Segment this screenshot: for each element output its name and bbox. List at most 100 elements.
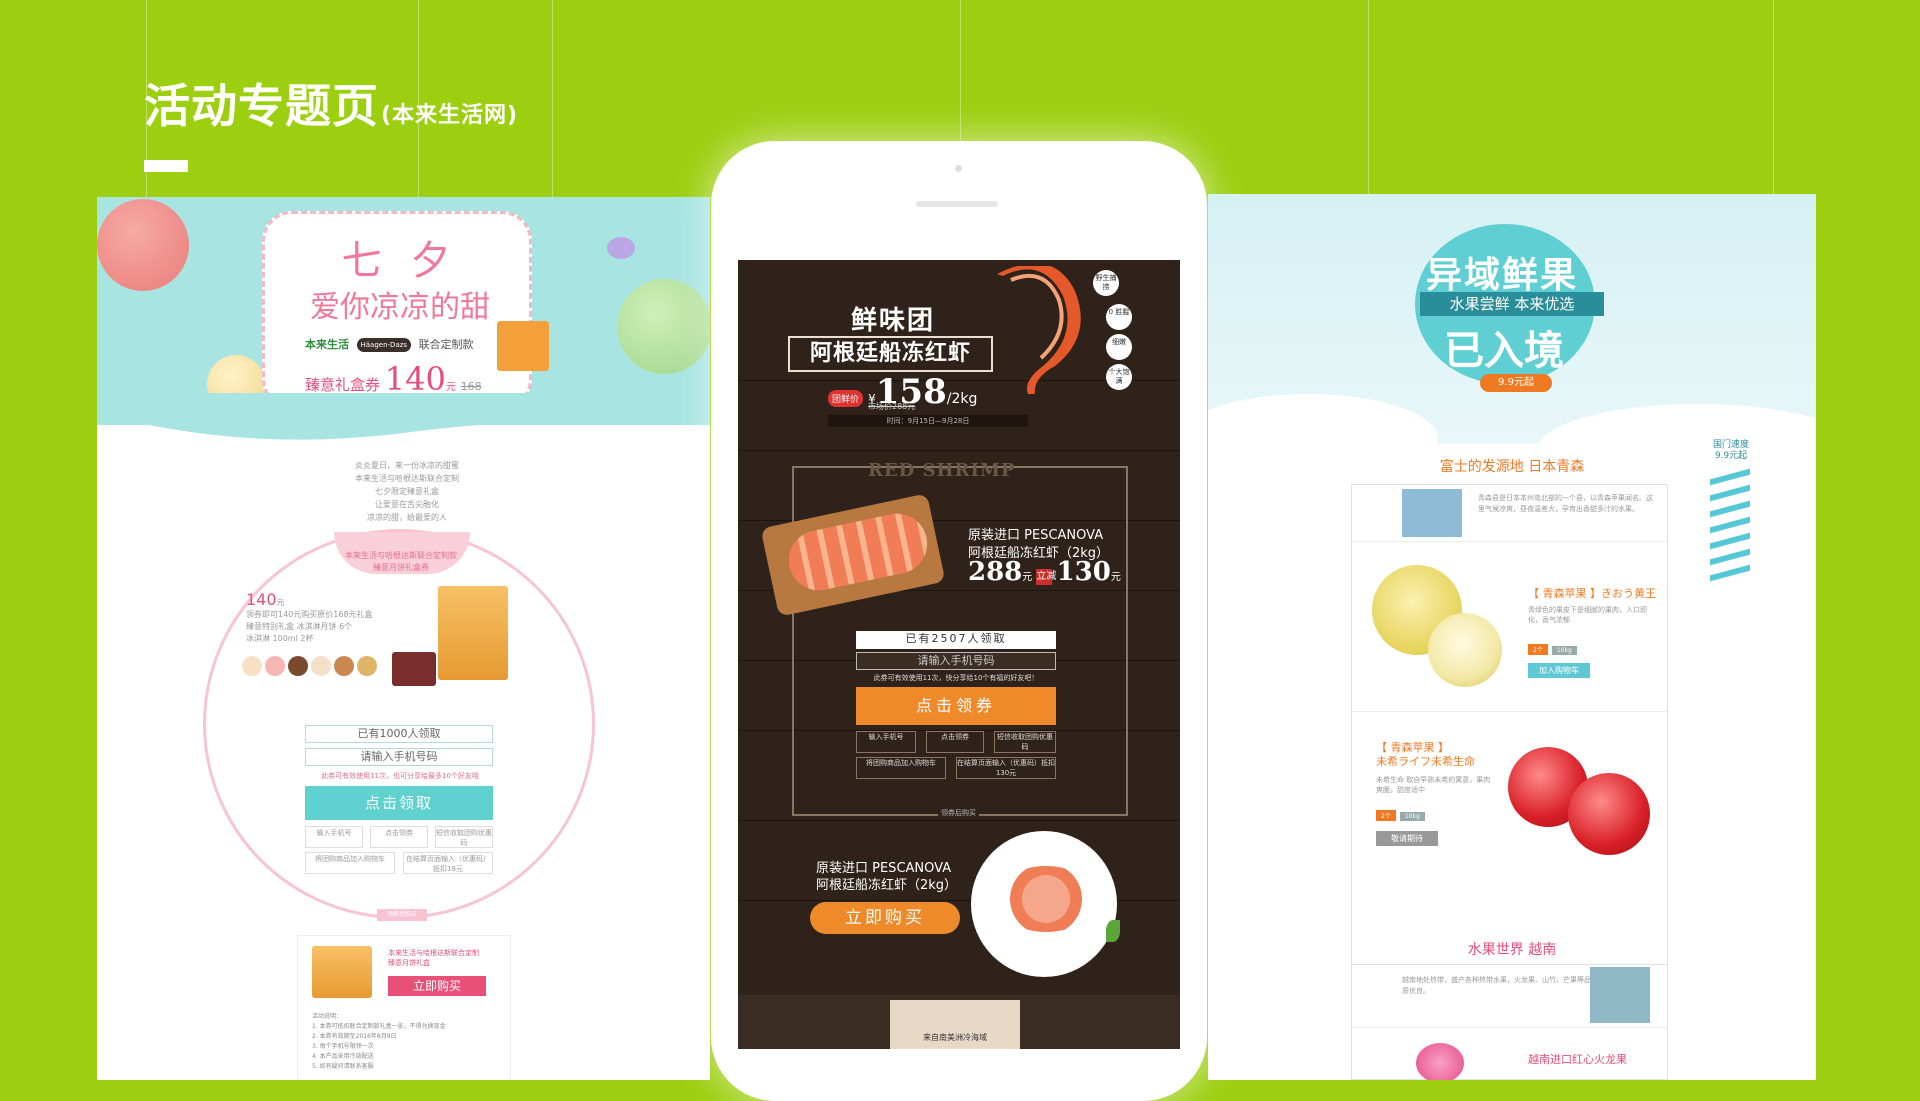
add-to-cart-button[interactable]: 加入购物车 (1528, 663, 1590, 678)
step-item: 短信收取团购优惠码 (435, 826, 493, 848)
buy-product-info: 原装进口 PESCANOVA 阿根廷船冻红虾（2kg） (816, 860, 957, 894)
tanabata-landing-page: 七 夕 爱你凉凉的甜 本来生活 Häagen-Dazs 联合定制款 臻意礼盒券 … (97, 197, 710, 1080)
phone-speaker (916, 201, 998, 207)
hero-title-line1: 异域鲜果 (1426, 255, 1579, 296)
offer-text: 领券即可140元购买原价168元礼盒 臻意特别礼盒 冰淇淋月饼 6个 冰淇淋 1… (246, 610, 373, 643)
plated-shrimp-image (996, 866, 1096, 932)
buy-card: 本来生活与哈根达斯联合定制 臻意月饼礼盒 立即购买 活动说明： 1. 本券可抵扣… (297, 935, 511, 1080)
haagen-dazs-logo: Häagen-Dazs (356, 338, 412, 352)
divider (1352, 711, 1667, 712)
group-buy-banner: 鲜味团 (850, 306, 935, 336)
coupon-form: 已有1000人领取 请输入手机号码 此券可有效使用11次，也可分享给最多10个好… (305, 725, 495, 874)
shrimp-image (997, 266, 1081, 394)
basil-leaf-image (1106, 920, 1120, 942)
price-unit: /2kg (946, 391, 978, 407)
hero-banner: 七 夕 爱你凉凉的甜 本来生活 Häagen-Dazs 联合定制款 臻意礼盒券 … (97, 197, 710, 425)
buy-product-origin: 原装进口 PESCANOVA (816, 861, 952, 876)
flavor-dot (334, 656, 354, 676)
item1-tags: 2个 10kg (1528, 637, 1581, 656)
intro-text: 炎炎夏日，来一份冰凉的甜蜜 本来生活与哈根达斯联合定制 七夕限定臻意礼盒 让爱意… (355, 461, 459, 522)
collab-text: 联合定制款 (418, 338, 474, 351)
divider-line (1368, 0, 1369, 200)
macaron-image (607, 237, 635, 259)
coupon-form: 已有2507人领取 请输入手机号码 此券可有效使用11次，快分享给10个有福的好… (856, 631, 1056, 779)
vietnam-item-title: 越南进口红心火龙果 (1528, 1053, 1627, 1066)
stripe (1710, 484, 1750, 502)
hero-title-line2: 已入境 (1444, 328, 1564, 374)
step-item: 输入手机号 (305, 826, 363, 848)
buy-now-button[interactable]: 立即购买 (388, 976, 486, 996)
bottom-caption: 来自南美洲冷海域 (923, 1033, 987, 1042)
item2-title: 【 青森苹果 】 未希ライフ未希生命 (1376, 741, 1475, 768)
speed-side-tag: 国门速度 9.9元起 (1710, 440, 1750, 590)
gift-box-image (497, 321, 549, 371)
coupon-note: 此券可有效使用11次，也可分享给最多10个好友哦 (321, 772, 479, 780)
rules-text: 活动说明： 1. 本券可抵扣联合定制款礼盒一张，不得兑换现金 2. 本券有效期至… (312, 1013, 446, 1070)
discount-price: 130 (1056, 557, 1111, 587)
hero-title-line1: 七 夕 (341, 238, 459, 284)
circle-heading: 本来生活与哈根达斯联合定制款 臻意月饼礼盒券 (345, 551, 457, 572)
gift-box-image (438, 586, 508, 680)
claim-count: 已有1000人领取 (305, 725, 493, 743)
phone-camera (955, 165, 962, 172)
stripe (1710, 500, 1750, 518)
buy-section-label: 领券后购买 (938, 808, 979, 818)
shrimp-landing-page: 鲜味团 阿根廷船冻红虾 团鲜价 ¥158/2kg 市场价288元 时间：9月15… (738, 260, 1180, 1049)
buy-now-button[interactable]: 立即购买 (810, 902, 960, 934)
step-item: 将团购商品加入购物车 (856, 757, 946, 779)
hero-price-badge: 9.9元起 (1480, 374, 1552, 392)
event-period: 时间：9月15日—9月28日 (828, 415, 1028, 427)
product-title: 阿根廷船冻红虾 (788, 336, 993, 372)
phone-mockup: 鲜味团 阿根廷船冻红虾 团鲜价 ¥158/2kg 市场价288元 时间：9月15… (711, 141, 1207, 1101)
phone-input[interactable]: 请输入手机号码 (305, 748, 493, 766)
flavor-dot (265, 656, 285, 676)
exotic-fruit-landing-page: 异域鲜果 水果尝鲜 本来优选 已入境 9.9元起 富士的发源地 日本青森 青森县… (1208, 194, 1816, 1080)
red-shrimp-watermark: RED SHRIMP (868, 460, 1016, 481)
coming-soon-button[interactable]: 敬请期待 (1376, 831, 1438, 846)
item2-desc: 未希生命 取自早熟未希的寓意，果肉爽脆，甜度适中 (1376, 776, 1491, 794)
wood-plank-line (738, 820, 1180, 821)
market-price: 市场价288元 (868, 402, 916, 411)
item1-desc: 青绿色的果皮下是细腻的果肉，入口即化，香气浓郁 (1528, 606, 1647, 624)
stripe (1710, 468, 1750, 486)
tag: 10kg (1551, 646, 1577, 655)
wood-plank-line (738, 450, 1180, 451)
coupon-original-price: 168 (460, 380, 482, 393)
flavor-dot (357, 656, 377, 676)
step-item: 点击领券 (370, 826, 428, 848)
hero-ribbon: 水果尝鲜 本来优选 (1420, 292, 1604, 316)
step-item: 输入手机号 (856, 731, 916, 753)
divider (1352, 541, 1667, 542)
bottom-card-image: 来自南美洲冷海域 (890, 1000, 1020, 1049)
steps: 输入手机号 点击领券 短信收取团购优惠码 将团购商品加入购物车 在结算页面输入（… (305, 826, 495, 874)
brand-logo: 本来生活 (305, 338, 349, 351)
apple-image (1568, 773, 1650, 855)
vietnam-intro: 越南地处热带，盛产各种热带水果，火龙果、山竹、芒果等品质优良。 (1402, 976, 1591, 995)
page-title-main: 活动专题页 (144, 79, 379, 133)
claim-count: 已有2507人领取 (856, 631, 1056, 649)
price-tag: 团鲜价 (828, 390, 864, 407)
step-item: 点击领券 (926, 731, 984, 753)
claim-coupon-button[interactable]: 点击领券 (856, 687, 1056, 725)
cloud-shape (1538, 404, 1816, 494)
product-origin: 原装进口 PESCANOVA (968, 528, 1104, 543)
dragon-fruit-image (1416, 1043, 1464, 1080)
vietnam-map-image (1590, 967, 1650, 1023)
phone-input[interactable]: 请输入手机号码 (856, 652, 1056, 670)
tag: 10kg (1399, 812, 1425, 821)
step-item: 在结算页面输入（优惠码）抵扣18元 (403, 852, 493, 874)
step-item: 在结算页面输入（优惠码）抵扣130元 (956, 757, 1056, 779)
ice-cream-flavor-row (242, 656, 380, 680)
feature-sticker: 个大饱满 (1106, 364, 1132, 390)
brand-line: 本来生活 Häagen-Dazs 联合定制款 (305, 336, 474, 352)
divider (1352, 1027, 1667, 1028)
claim-button[interactable]: 点击领取 (305, 786, 493, 820)
flavor-dot (242, 656, 262, 676)
side-tag-text: 国门速度 9.9元起 (1712, 440, 1749, 461)
japan-intro: 青森县是日本本州岛北部的一个县，以青森苹果闻名。这里气候凉爽，昼夜温差大，孕育出… (1478, 494, 1653, 513)
step-item: 短信收取团购优惠码 (994, 731, 1056, 753)
divider-line (1773, 0, 1774, 200)
buy-product-name: 阿根廷船冻红虾（2kg） (816, 878, 958, 893)
hero-title-line2: 爱你凉凉的甜 (310, 290, 490, 325)
pear-slice-image (1428, 613, 1502, 687)
